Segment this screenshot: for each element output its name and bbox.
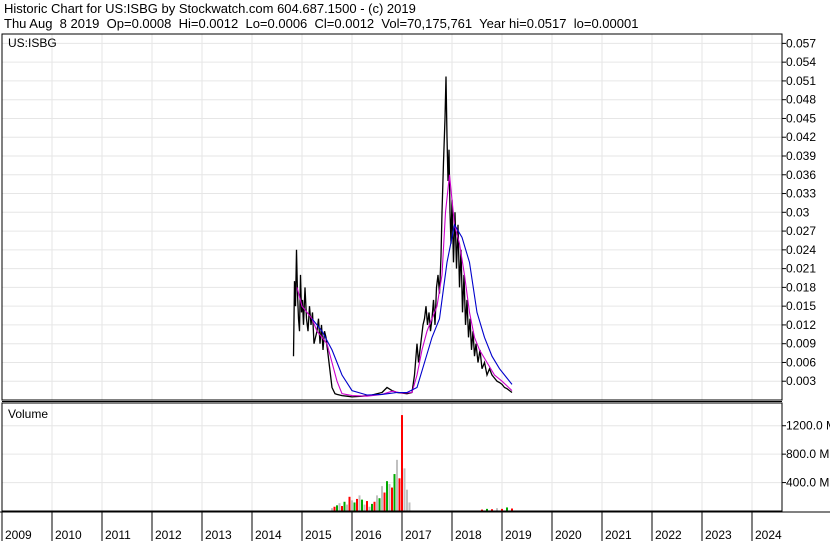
price-y-tick-label: 0.015 xyxy=(786,299,816,313)
price-grid xyxy=(1,34,782,400)
year-tick-label: 2009 xyxy=(5,528,32,542)
volume-bar xyxy=(381,486,383,511)
price-series xyxy=(292,76,513,398)
price-y-tick-label: 0.018 xyxy=(786,280,816,294)
price-y-tick-label: 0.036 xyxy=(786,168,816,182)
volume-bar xyxy=(393,474,396,511)
volume-label: Volume xyxy=(8,407,48,421)
price-y-tick-label: 0.033 xyxy=(786,187,816,201)
year-tick-label: 2015 xyxy=(305,528,332,542)
volume-bar xyxy=(348,496,351,511)
volume-bar xyxy=(333,506,336,511)
volume-bar xyxy=(358,495,361,511)
year-tick-label: 2018 xyxy=(455,528,482,542)
year-tick-label: 2011 xyxy=(105,528,131,542)
price-y-tick-label: 0.024 xyxy=(786,243,816,257)
price-y-tick-label: 0.042 xyxy=(786,130,816,144)
price-y-tick-label: 0.045 xyxy=(786,111,816,125)
symbol-label: US:ISBG xyxy=(8,36,57,50)
year-tick-label: 2024 xyxy=(755,528,782,542)
volume-bar xyxy=(363,504,366,511)
volume-bar xyxy=(378,498,381,511)
historic-chart: 0.057 0.054 0.051 0.048 0.045 0.042 0.039 0.036… xyxy=(0,33,830,542)
price-y-tick-label: 0.054 xyxy=(786,55,816,69)
price-y-tick-label: 0.009 xyxy=(786,337,816,351)
price-y-tick-label: 0.057 xyxy=(786,36,816,50)
volume-bar xyxy=(506,507,508,511)
price-y-tick-label: 0.006 xyxy=(786,355,816,369)
volume-bar xyxy=(343,501,346,511)
volume-bar xyxy=(401,415,403,511)
volume-bar xyxy=(403,468,406,511)
volume-bar xyxy=(376,495,378,511)
volume-bar xyxy=(391,487,393,511)
volume-bar xyxy=(406,489,408,511)
year-tick-label: 2010 xyxy=(55,528,82,542)
volume-bar xyxy=(338,503,341,511)
year-tick-label: 2012 xyxy=(155,528,182,542)
volume-bar xyxy=(396,459,398,511)
year-tick-label: 2022 xyxy=(655,528,682,542)
year-tick-label: 2019 xyxy=(505,528,532,542)
price-y-tick-label: 0.021 xyxy=(786,262,816,276)
price-y-tick-label: 0.003 xyxy=(786,374,816,388)
price-y-tick-label: 0.048 xyxy=(786,93,816,107)
volume-bar xyxy=(408,502,411,511)
volume-y-ticks: 1200.0 M 800.0 M 400.0 M xyxy=(782,419,830,490)
volume-bar xyxy=(388,484,391,511)
volume-bar xyxy=(351,500,353,511)
year-tick-label: 2017 xyxy=(405,528,432,542)
year-tick-label: 2014 xyxy=(255,528,282,542)
price-y-tick-label: 0.051 xyxy=(786,74,816,88)
price-y-ticks: 0.057 0.054 0.051 0.048 0.045 0.042 0.039 0.036… xyxy=(782,36,816,388)
volume-bar xyxy=(336,505,338,511)
volume-bar xyxy=(353,502,356,511)
volume-bar xyxy=(366,501,368,511)
year-axis: 2009 2010 2011 2012 2013 2014 2015 2016 2017 2018… xyxy=(0,511,830,542)
volume-y-tick-label: 1200.0 M xyxy=(786,419,830,433)
year-tick-label: 2021 xyxy=(605,528,632,542)
volume-y-tick-label: 400.0 M xyxy=(786,476,829,490)
volume-bar xyxy=(386,481,388,511)
price-panel-frame xyxy=(1,33,783,401)
volume-bar xyxy=(361,499,363,511)
price-y-tick-label: 0.012 xyxy=(786,318,816,332)
year-tick-label: 2020 xyxy=(555,528,582,542)
volume-bar xyxy=(356,498,358,511)
year-tick-label: 2016 xyxy=(355,528,382,542)
volume-bar xyxy=(371,503,373,511)
price-y-tick-label: 0.039 xyxy=(786,149,816,163)
volume-bar xyxy=(346,504,348,511)
price-y-tick-label: 0.027 xyxy=(786,224,816,238)
volume-bar xyxy=(368,506,371,511)
year-tick-label: 2013 xyxy=(205,528,232,542)
volume-bar xyxy=(383,492,386,511)
volume-bar xyxy=(341,506,343,511)
volume-bar xyxy=(373,501,376,511)
volume-bars xyxy=(331,415,513,511)
year-tick-label: 2023 xyxy=(705,528,732,542)
volume-bar xyxy=(398,478,401,511)
price-y-tick-label: 0.03 xyxy=(786,205,810,219)
volume-y-tick-label: 800.0 M xyxy=(786,447,829,461)
